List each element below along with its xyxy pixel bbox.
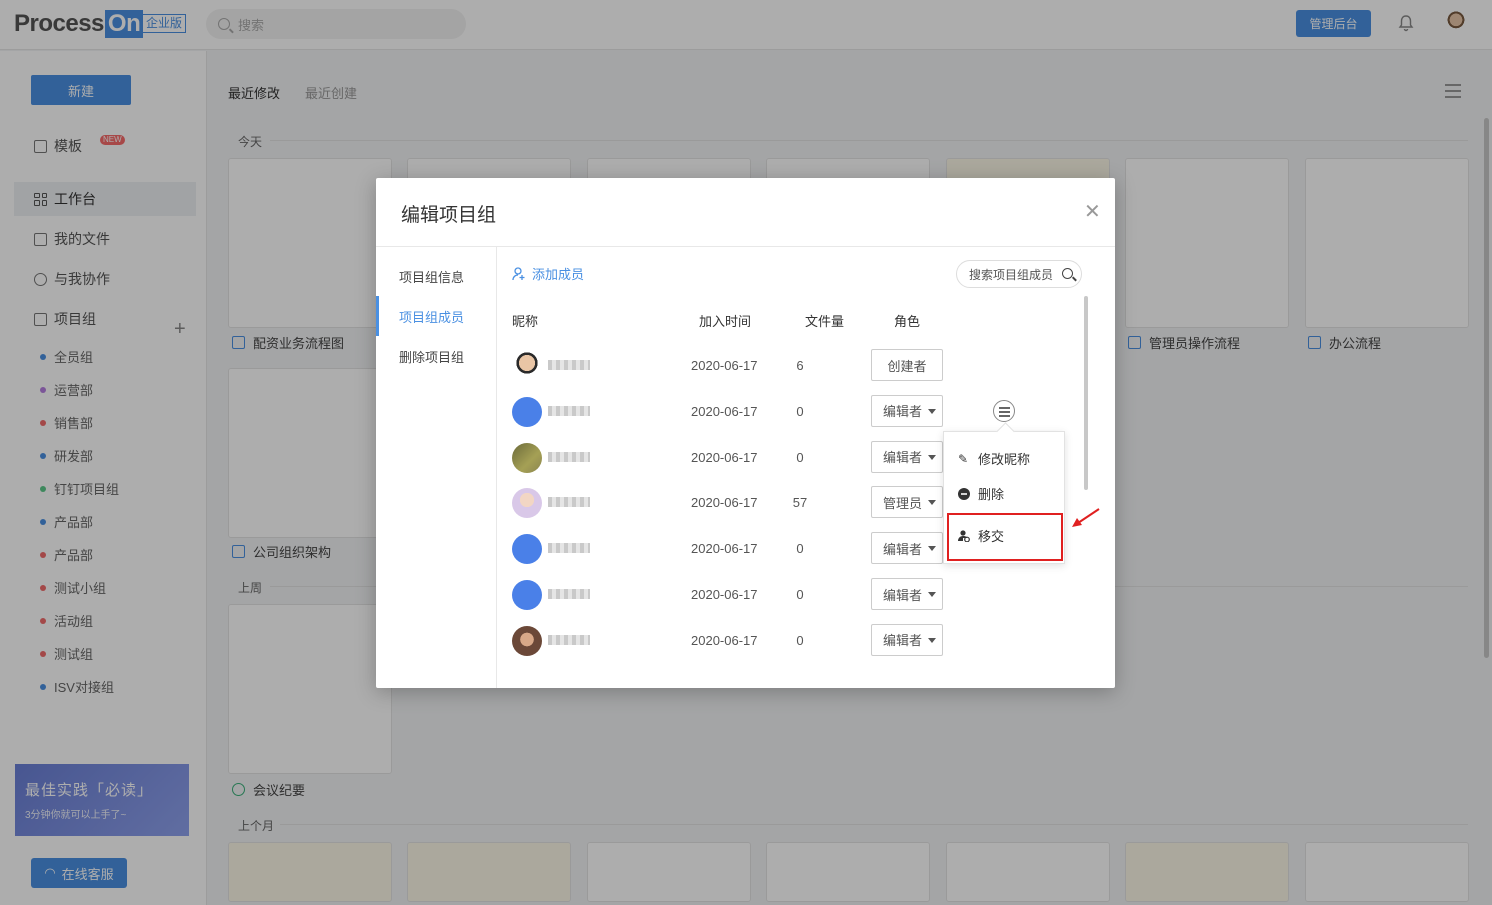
caret-down-icon	[928, 546, 936, 552]
menu-item-label: 删除	[978, 487, 1005, 502]
member-nickname-redacted	[548, 360, 590, 370]
member-file-count: 57	[792, 495, 808, 511]
caret-down-icon	[928, 592, 936, 597]
column-header-file-count: 文件量	[805, 314, 845, 329]
role-label: 编辑者	[883, 404, 923, 420]
member-nickname-redacted	[548, 589, 590, 599]
dialog-title: 编辑项目组	[401, 205, 497, 226]
member-avatar	[512, 534, 542, 565]
menu-item-rename[interactable]: ✎ 修改昵称	[958, 449, 1030, 468]
member-avatar	[512, 442, 542, 473]
annotation-arrow-icon	[1072, 508, 1100, 527]
role-label: 编辑者	[883, 587, 923, 603]
member-join-date: 2020-06-17	[691, 358, 758, 373]
role-label: 编辑者	[883, 541, 923, 557]
member-avatar	[512, 396, 542, 427]
member-row: 2020-06-17 0 编辑者	[512, 438, 952, 478]
member-nickname-redacted	[548, 405, 590, 416]
column-header-nickname: 昵称	[512, 314, 539, 329]
column-header-role: 角色	[894, 314, 921, 329]
member-file-count: 0	[796, 449, 804, 465]
member-avatar	[512, 351, 542, 381]
member-file-count: 0	[796, 403, 804, 419]
member-join-date: 2020-06-17	[691, 587, 758, 602]
member-list-scrollbar[interactable]	[1084, 296, 1088, 490]
search-icon	[1062, 268, 1073, 279]
role-label: 编辑者	[883, 633, 923, 649]
caret-down-icon	[928, 500, 936, 506]
highlight-box	[947, 513, 1063, 561]
member-avatar	[512, 488, 542, 519]
member-file-count: 0	[796, 632, 804, 648]
member-nickname-redacted	[548, 497, 590, 508]
member-row: 2020-06-17 0 编辑者	[512, 529, 952, 569]
role-select[interactable]: 编辑者	[871, 578, 943, 610]
caret-down-icon	[928, 408, 936, 414]
divider	[376, 246, 1115, 247]
member-row: 2020-06-17 0 编辑者	[512, 621, 952, 661]
member-row: 2020-06-17 57 管理员	[512, 483, 952, 523]
member-join-date: 2020-06-17	[691, 495, 758, 511]
role-label: 管理员	[883, 495, 923, 511]
member-join-date: 2020-06-17	[691, 541, 758, 557]
member-file-count: 6	[796, 358, 804, 373]
member-join-date: 2020-06-17	[691, 632, 758, 648]
role-select: 创建者	[871, 349, 943, 381]
tab-group-members[interactable]: 项目组成员	[376, 296, 496, 336]
more-actions-icon[interactable]	[993, 400, 1015, 422]
tab-group-info[interactable]: 项目组信息	[376, 256, 496, 296]
role-select[interactable]: 编辑者	[871, 623, 943, 656]
add-member-button[interactable]: 添加成员	[512, 264, 584, 283]
member-row: 2020-06-17 0 编辑者	[512, 392, 952, 432]
role-label: 编辑者	[883, 450, 923, 466]
member-avatar	[512, 625, 542, 656]
member-search-input[interactable]: 搜索项目组成员	[956, 260, 1082, 288]
role-select[interactable]: 管理员	[871, 486, 943, 519]
menu-item-label: 修改昵称	[978, 452, 1031, 467]
member-nickname-redacted	[548, 634, 590, 645]
minus-circle-icon	[958, 487, 970, 500]
member-search-placeholder: 搜索项目组成员	[969, 267, 1054, 282]
role-select[interactable]: 编辑者	[871, 440, 943, 473]
caret-down-icon	[928, 454, 936, 460]
member-file-count: 0	[796, 541, 804, 557]
caret-down-icon	[928, 637, 936, 643]
member-row: 2020-06-17 0 编辑者	[512, 575, 952, 615]
close-icon[interactable]: ✕	[1084, 202, 1101, 222]
role-label: 创建者	[887, 358, 927, 374]
add-member-label: 添加成员	[532, 267, 585, 282]
menu-item-delete[interactable]: 删除	[958, 484, 1004, 503]
role-select[interactable]: 编辑者	[871, 532, 943, 565]
pencil-icon: ✎	[958, 451, 969, 466]
column-header-join-date: 加入时间	[699, 314, 752, 329]
add-user-icon	[512, 266, 525, 280]
member-nickname-redacted	[548, 543, 590, 554]
tab-delete-group[interactable]: 删除项目组	[376, 336, 496, 376]
member-nickname-redacted	[548, 451, 590, 462]
member-row: 2020-06-17 6 创建者	[512, 346, 952, 386]
member-join-date: 2020-06-17	[691, 449, 758, 465]
divider	[496, 247, 497, 688]
member-join-date: 2020-06-17	[691, 403, 758, 419]
member-avatar	[512, 580, 542, 610]
member-file-count: 0	[796, 587, 804, 602]
role-select[interactable]: 编辑者	[871, 394, 943, 427]
